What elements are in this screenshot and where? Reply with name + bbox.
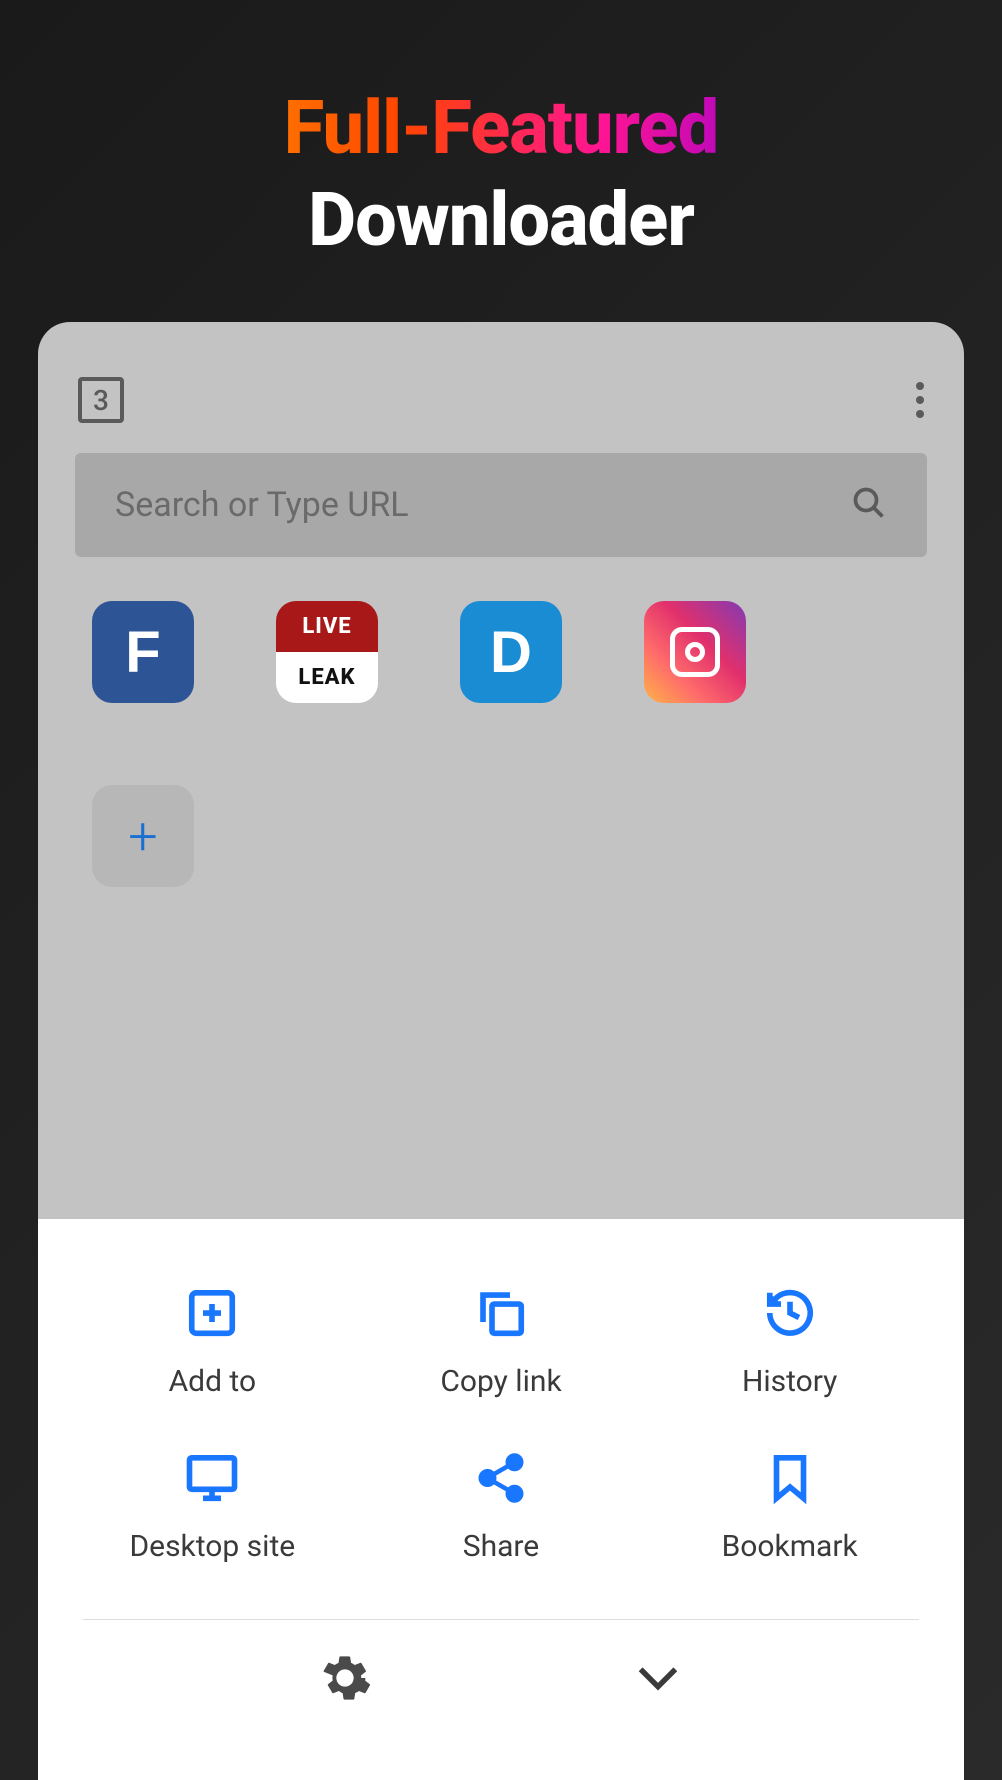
gear-icon [319, 1652, 371, 1704]
bookmark-facebook[interactable]: F [92, 601, 194, 703]
hero-line1: Full-Featured [0, 85, 1002, 172]
search-icon [851, 485, 887, 525]
browser-top-bar: 3 [38, 322, 964, 453]
menu-grid: Add to Copy link [38, 1219, 964, 1619]
menu-desktop-site[interactable]: Desktop site [68, 1434, 357, 1599]
menu-bookmark[interactable]: Bookmark [645, 1434, 934, 1599]
bookmark-icon [761, 1449, 819, 1507]
bookmarks-grid: F LIVE LEAK D + [38, 557, 964, 931]
search-placeholder: Search or Type URL [115, 485, 409, 525]
hero-line2: Downloader [0, 177, 1002, 264]
menu-label: Add to [169, 1364, 256, 1399]
bookmark-dailymotion[interactable]: D [460, 601, 562, 703]
chevron-down-icon [632, 1652, 684, 1704]
collapse-button[interactable] [632, 1652, 684, 1708]
menu-label: Copy link [440, 1364, 561, 1399]
bottom-sheet-menu: Add to Copy link [38, 1219, 964, 1780]
menu-label: Bookmark [722, 1529, 858, 1564]
plus-icon: + [128, 806, 157, 867]
bookmark-liveleak[interactable]: LIVE LEAK [276, 601, 378, 703]
monitor-icon [183, 1449, 241, 1507]
tab-counter[interactable]: 3 [78, 377, 124, 423]
history-icon [761, 1284, 819, 1342]
phone-frame: 3 Search or Type URL F LIVE LEAK D [38, 322, 964, 1780]
menu-label: Share [463, 1529, 539, 1564]
tab-count-value: 3 [93, 384, 109, 417]
menu-label: History [742, 1364, 837, 1399]
search-bar[interactable]: Search or Type URL [75, 453, 927, 557]
instagram-icon [670, 627, 720, 677]
share-icon [472, 1449, 530, 1507]
hero-title: Full-Featured Downloader [0, 0, 1002, 264]
add-bookmark-button[interactable]: + [92, 785, 194, 887]
menu-add-to[interactable]: Add to [68, 1269, 357, 1434]
bookmark-instagram[interactable] [644, 601, 746, 703]
menu-copy-link[interactable]: Copy link [357, 1269, 646, 1434]
copy-icon [472, 1284, 530, 1342]
menu-label: Desktop site [129, 1529, 295, 1564]
add-to-icon [183, 1284, 241, 1342]
settings-button[interactable] [319, 1652, 371, 1708]
bottom-actions [38, 1620, 964, 1740]
kebab-menu-icon[interactable] [916, 382, 924, 418]
menu-history[interactable]: History [645, 1269, 934, 1434]
menu-share[interactable]: Share [357, 1434, 646, 1599]
